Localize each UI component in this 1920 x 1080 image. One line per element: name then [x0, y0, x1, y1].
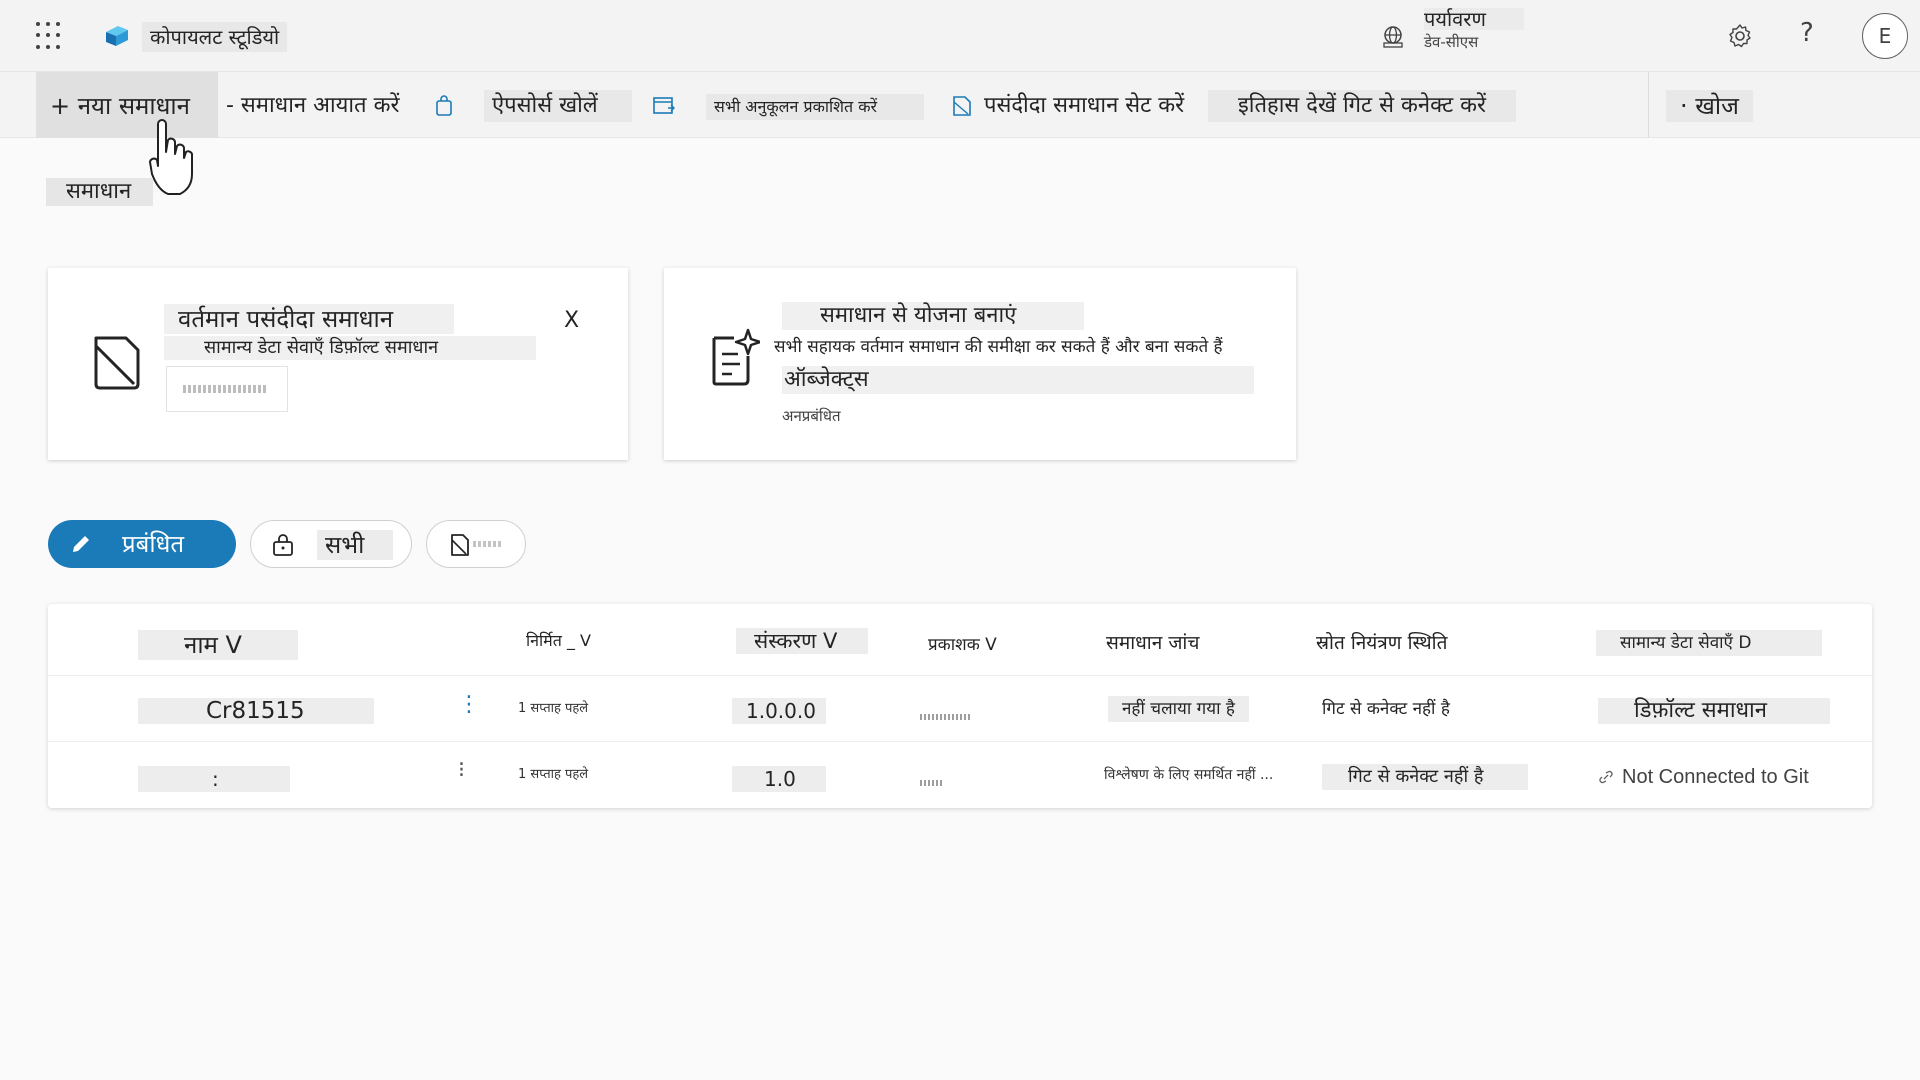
table-header-row: नाम V निर्मित _ V संस्करण V प्रकाशक V सम…	[48, 604, 1872, 676]
cds-value-text: Not Connected to Git	[1622, 766, 1809, 788]
solution-publisher	[920, 706, 972, 725]
table-row[interactable]: Cr81515 ⋮ 1 सप्ताह पहले 1.0.0.0 नहीं चला…	[48, 676, 1872, 742]
command-bar: + नया समाधान - समाधान आयात करें ऐपसोर्स …	[0, 72, 1920, 138]
history-git-button[interactable]: इतिहास देखें गिट से कनेक्ट करें	[1208, 90, 1517, 122]
help-icon[interactable]: ?	[1800, 18, 1814, 48]
solutions-table: नाम V निर्मित _ V संस्करण V प्रकाशक V सम…	[48, 604, 1872, 808]
plan-from-solution-card[interactable]: समाधान से योजना बनाएं सभी सहायक वर्तमान …	[664, 268, 1296, 460]
close-card-button[interactable]: X	[564, 308, 579, 333]
column-publisher[interactable]: प्रकाशक V	[928, 632, 997, 658]
preferred-solution-name: सामान्य डेटा सेवाएँ डिफ़ॉल्ट समाधान	[164, 336, 536, 360]
solution-created: 1 सप्ताह पहले	[518, 767, 589, 782]
change-preferred-button[interactable]	[166, 366, 288, 412]
search-button[interactable]: · खोज	[1666, 90, 1753, 122]
publish-icon	[653, 97, 675, 114]
preferred-solution-title: वर्तमान पसंदीदा समाधान	[164, 304, 454, 334]
lock-bag-icon	[273, 534, 293, 556]
open-appsource-button[interactable]: ऐपसोर्स खोलें	[484, 90, 632, 122]
app-title[interactable]: कोपायलट स्टूडियो	[142, 22, 288, 52]
filter-all-label: सभी	[317, 530, 393, 560]
globe-icon	[1383, 26, 1403, 48]
sparkle-document-icon	[712, 328, 760, 386]
top-header: कोपायलट स्टूडियो पर्यावरण डेव-सीएस ? E	[0, 0, 1920, 72]
solution-check-status: विश्लेषण के लिए समर्थित नहीं ...	[1104, 767, 1274, 783]
set-preferred-solution-button[interactable]: पसंदीदा समाधान सेट करें	[984, 90, 1184, 122]
filter-unmanaged[interactable]	[426, 520, 526, 568]
solution-document-icon	[94, 336, 140, 390]
table-row[interactable]: : ⁝ 1 सप्ताह पहले 1.0 विश्लेषण के लिए सम…	[48, 742, 1872, 808]
link-icon	[1599, 770, 1613, 784]
column-version[interactable]: संस्करण V	[736, 628, 868, 654]
publish-all-button[interactable]: सभी अनुकूलन प्रकाशित करें	[706, 94, 924, 120]
plan-card-objects: ऑब्जेक्ट्स	[782, 366, 1254, 394]
pencil-icon	[73, 536, 89, 552]
preferred-solution-card: वर्तमान पसंदीदा समाधान सामान्य डेटा सेवा…	[48, 268, 628, 460]
environment-label[interactable]: पर्यावरण	[1424, 8, 1524, 30]
import-solution-button[interactable]: - समाधान आयात करें	[226, 90, 399, 122]
column-name[interactable]: नाम V	[138, 630, 298, 660]
cds-value: डिफ़ॉल्ट समाधान	[1598, 698, 1830, 724]
solution-publisher	[920, 772, 944, 791]
shopping-bag-icon	[436, 95, 452, 116]
plan-card-description: सभी सहायक वर्तमान समाधान की समीक्षा कर स…	[774, 337, 1223, 357]
column-cds[interactable]: सामान्य डेटा सेवाएँ D	[1596, 630, 1822, 656]
avatar[interactable]: E	[1862, 13, 1908, 59]
column-created[interactable]: निर्मित _ V	[526, 628, 591, 654]
source-control-status: गिट से कनेक्ट नहीं है	[1322, 699, 1450, 719]
plan-card-title: समाधान से योजना बनाएं	[782, 302, 1084, 330]
app-launcher-icon[interactable]	[36, 22, 64, 50]
solution-name[interactable]: Cr81515	[138, 698, 374, 724]
environment-name[interactable]: डेव-सीएस	[1424, 32, 1478, 52]
solution-version: 1.0	[732, 766, 826, 792]
filter-all[interactable]: सभी	[250, 520, 412, 568]
solution-version: 1.0.0.0	[732, 698, 826, 724]
column-solution-check[interactable]: समाधान जांच	[1106, 630, 1199, 656]
column-source-control[interactable]: स्रोत नियंत्रण स्थिति	[1316, 630, 1447, 656]
solution-created: 1 सप्ताह पहले	[518, 701, 589, 716]
row-more-options[interactable]: ⋮	[458, 692, 480, 717]
copilot-studio-logo	[106, 26, 128, 46]
filter-managed[interactable]: प्रबंधित	[48, 520, 236, 568]
preferred-solution-icon	[953, 96, 971, 116]
document-icon	[451, 534, 469, 556]
hand-pointer-cursor	[149, 119, 193, 195]
cds-value: Not Connected to Git	[1598, 764, 1809, 790]
gear-icon[interactable]	[1726, 22, 1754, 50]
source-control-status: गिट से कनेक्ट नहीं है	[1322, 764, 1528, 790]
solution-name[interactable]: :	[138, 766, 290, 792]
row-more-options[interactable]: ⁝	[458, 758, 465, 783]
command-divider	[1648, 72, 1649, 138]
solution-check-status: नहीं चलाया गया है	[1108, 696, 1249, 722]
filter-managed-label: प्रबंधित	[122, 530, 185, 558]
plan-card-status: अनप्रबंधित	[782, 407, 841, 425]
page-title: समाधान	[46, 178, 154, 206]
